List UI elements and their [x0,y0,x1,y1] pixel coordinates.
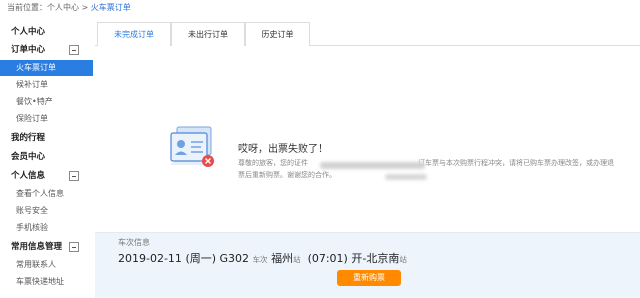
breadcrumb-prefix: 当前位置： [7,3,47,12]
sidebar-item-account-security[interactable]: 账号安全 [0,203,93,219]
breadcrumb-parent-link[interactable]: 个人中心 [47,3,79,12]
sidebar-section-personal-info[interactable]: 个人信息 [11,168,93,184]
main-content: 未完成订单 未出行订单 历史订单 哎呀，出票失败了！ 尊敬的旅客，您的证件 订车票… [95,22,640,298]
arrival-station: 北京南 [366,252,400,265]
sidebar-section-label: 订单中心 [11,45,46,55]
depart-label: 开 [351,252,363,265]
arrival-station-suffix: 站 [399,255,407,264]
sidebar-item-frequent-contacts[interactable]: 常用联系人 [0,257,93,273]
breadcrumb-separator: > [81,3,89,12]
trip-info-panel: 车次信息 2019-02-11 (周一) G302 车次 福州站 (07:01)… [95,232,640,298]
rebuy-ticket-button[interactable]: 重新购票 [337,270,401,286]
sidebar-item-waitlist-orders[interactable]: 候补订单 [0,77,93,93]
sidebar-section-label: 个人信息 [11,171,46,181]
trip-info-label: 车次信息 [118,238,150,247]
train-suffix: 车次 [252,255,268,264]
departure-time: (07:01) [307,252,348,265]
sidebar-section-order-center[interactable]: 订单中心 [11,42,93,58]
trip-summary: 2019-02-11 (周一) G302 车次 福州站 (07:01) 开-北京… [118,250,407,266]
error-title: 哎呀，出票失败了！ [238,144,328,155]
sidebar-item-view-personal-info[interactable]: 查看个人信息 [0,186,93,202]
train-number: G302 [219,252,250,265]
tab-untraveled-orders[interactable]: 未出行订单 [171,22,245,47]
departure-station: 福州 [271,252,294,265]
station-suffix: 站 [293,255,301,264]
order-status-panel: 哎呀，出票失败了！ 尊敬的旅客，您的证件 订车票与本次购票行程冲突，请将已购车票办… [95,46,640,232]
sidebar-item-phone-verification[interactable]: 手机核验 [0,220,93,236]
sidebar-section-common-info[interactable]: 常用信息管理 [11,239,93,255]
collapse-toggle-icon[interactable] [69,45,79,55]
sidebar-item-delivery-address[interactable]: 车票快递地址 [0,274,93,290]
sidebar-section-my-trips[interactable]: 我的行程 [11,130,93,146]
failed-ticket-illustration-icon [169,126,214,167]
error-description: 尊敬的旅客，您的证件 订车票与本次购票行程冲突，请将已购车票办理改签，或办理退票后… [238,157,618,181]
sidebar-section-personal-center[interactable]: 个人中心 [11,24,93,40]
sidebar: 个人中心 订单中心 火车票订单 候补订单 餐饮•特产 保险订单 我的行程 会员中… [0,22,95,298]
sidebar-item-food-specialty[interactable]: 餐饮•特产 [0,94,93,110]
error-description-part1: 尊敬的旅客，您的证件 [238,159,308,167]
sidebar-item-train-orders[interactable]: 火车票订单 [0,60,93,76]
breadcrumb: 当前位置：个人中心 > 火车票订单 [7,2,131,13]
tab-incomplete-orders[interactable]: 未完成订单 [97,22,171,47]
redacted-text-blur [385,174,427,180]
tab-history-orders[interactable]: 历史订单 [245,22,310,47]
redacted-text-blur [320,162,425,169]
sidebar-item-insurance-orders[interactable]: 保险订单 [0,111,93,127]
trip-date: 2019-02-11 [118,252,182,265]
sidebar-section-member-center[interactable]: 会员中心 [11,149,93,165]
collapse-toggle-icon[interactable] [69,171,79,181]
trip-weekday: (周一) [185,252,217,265]
collapse-toggle-icon[interactable] [69,242,79,252]
order-tabs: 未完成订单 未出行订单 历史订单 [95,22,640,47]
breadcrumb-current[interactable]: 火车票订单 [91,3,131,12]
sidebar-section-label: 常用信息管理 [11,242,63,252]
